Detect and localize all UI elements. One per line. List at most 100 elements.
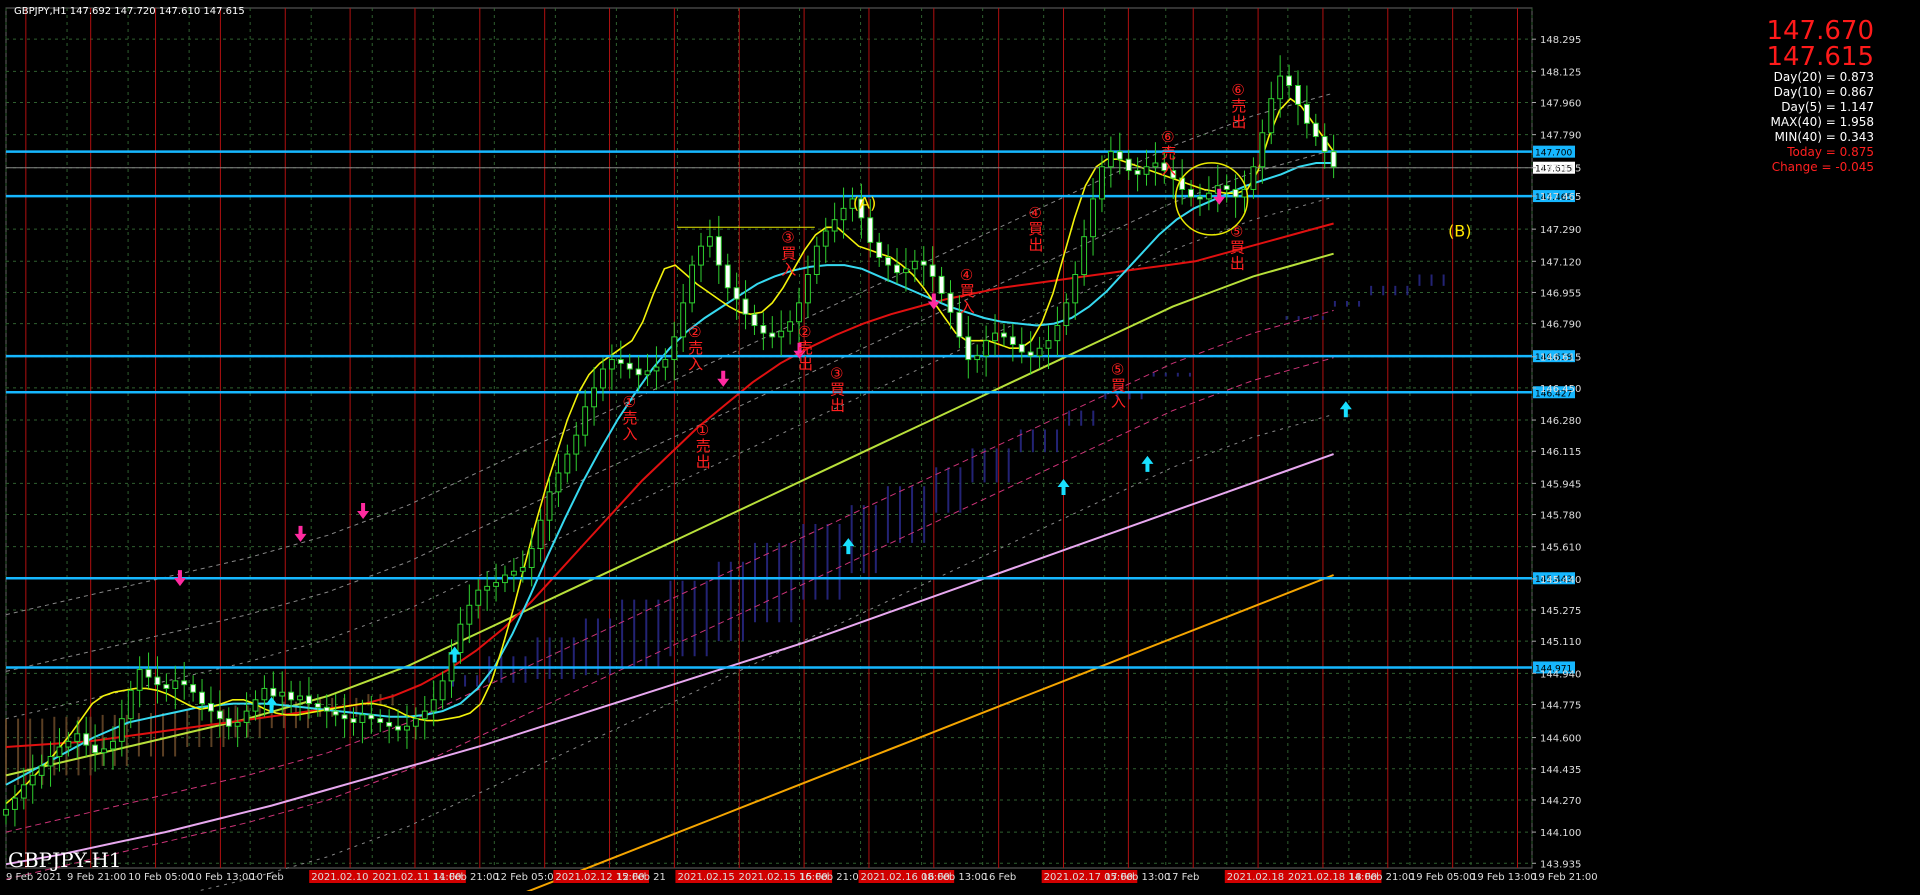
price-axis[interactable]: 148.295 148.125 147.960 147.790 147.615 147.4… (1532, 35, 1581, 870)
candle-body (813, 245, 820, 276)
candle-body (395, 725, 401, 731)
plot-frame (5, 7, 1533, 869)
candle-body (831, 219, 838, 232)
candle-body (564, 453, 571, 474)
candle-body (1116, 151, 1123, 160)
candle-body (894, 264, 900, 274)
price-tick-label: 144.775 (1540, 701, 1581, 712)
candle-body (1330, 151, 1337, 168)
candle-body (662, 359, 669, 368)
candle-body (742, 298, 749, 315)
candle-body (680, 302, 687, 338)
candle-body (1232, 188, 1239, 198)
candle-body (270, 687, 277, 697)
time-tick-label: 19 Feb 05:00 (1410, 872, 1476, 883)
candle-body (626, 362, 633, 370)
candle-body (840, 207, 847, 221)
level-price-tag-label: 147.700 (1535, 149, 1572, 159)
candle-body (323, 706, 330, 712)
candle-body (1134, 170, 1141, 175)
annotation-char: 出 (1230, 255, 1245, 273)
candle-body (225, 718, 232, 727)
price-tick-label: 146.955 (1540, 288, 1581, 299)
candle-body (65, 740, 72, 748)
candle-body (1125, 158, 1132, 172)
candle-body (751, 313, 758, 327)
candle-body (1009, 336, 1016, 345)
candle-body (992, 332, 998, 342)
candle-body (1143, 166, 1150, 175)
stats-row: MIN(40) = 0.343 (1774, 130, 1874, 144)
candle-body (74, 733, 81, 742)
candle-body (635, 368, 642, 376)
candle-body (430, 699, 437, 712)
candle-body (11, 797, 18, 810)
candle-body (822, 230, 829, 247)
candle-body (929, 264, 936, 277)
candle-body (671, 336, 678, 361)
time-tick-label: 12 Feb 21 (616, 872, 666, 883)
candle-body (190, 684, 197, 693)
candle-body (101, 748, 107, 754)
price-tick-label: 146.615 (1540, 353, 1581, 364)
price-tick-label: 144.435 (1540, 765, 1581, 776)
candle-body (876, 241, 883, 258)
envelope-band (5, 92, 1334, 616)
time-tick-label: 9 Feb 21:00 (67, 872, 126, 883)
price-tick-label: 147.960 (1540, 99, 1581, 110)
candle-body (47, 755, 54, 767)
candle-body (3, 808, 9, 816)
buy-arrow-icon (1141, 455, 1154, 472)
candle-body (528, 548, 535, 568)
candle-body (377, 718, 384, 723)
price-tick-label: 146.450 (1540, 384, 1581, 395)
candle-body (20, 784, 27, 799)
annotation-char: 入 (781, 260, 796, 278)
candle-body (715, 236, 722, 266)
candle-body (109, 740, 116, 750)
candle-body (243, 710, 250, 723)
chart-area[interactable]: 147.700 147.465 146.618 146.427 145.443 144.9… (0, 0, 1920, 895)
candle-body (154, 676, 161, 686)
candles-layer (3, 55, 1337, 827)
price-tick-label: 148.125 (1540, 67, 1581, 78)
time-tick-label: 9 Feb 2021 (6, 872, 62, 883)
stats-row: Day(10) = 0.867 (1773, 85, 1874, 99)
price-tick-label: 146.790 (1540, 320, 1581, 331)
candle-body (911, 260, 918, 270)
candle-body (974, 355, 981, 361)
annotation-char: 出 (1231, 113, 1246, 131)
time-tick-label: 12 Feb 05:00 (494, 872, 560, 883)
candle-body (404, 725, 410, 731)
candle-body (29, 774, 36, 786)
price-tick-label: 147.290 (1540, 225, 1581, 236)
candle-body (983, 340, 990, 357)
candle-body (350, 718, 357, 723)
time-tick-label: 16 Feb (983, 872, 1017, 883)
candle-body (1107, 151, 1114, 168)
candle-body (546, 491, 553, 521)
candle-body (1072, 274, 1079, 304)
chart-canvas[interactable]: 147.700147.465146.618146.427145.443144.9… (0, 0, 1920, 895)
candle-body (341, 714, 348, 720)
candle-body (938, 275, 945, 294)
sell-arrow-icon (717, 370, 730, 387)
candle-body (787, 321, 794, 332)
price-tick-label: 148.295 (1540, 35, 1581, 46)
candle-body (493, 582, 499, 587)
candle-body (724, 264, 731, 289)
price-1: 147.670 (1766, 16, 1874, 46)
candle-body (1250, 166, 1257, 190)
annotation-char: 出 (696, 453, 711, 471)
candle-body (582, 406, 589, 436)
time-tick-label: 19 Feb 21:00 (1532, 872, 1598, 883)
annotation-char: 入 (1161, 160, 1176, 178)
candle-body (484, 585, 491, 591)
candle-body (706, 236, 713, 247)
candle-body (555, 472, 562, 493)
stats-rows: Day(20) = 0.873 Day(10) = 0.867 Day(5) = 1… (1766, 70, 1874, 175)
candle-body (1197, 196, 1203, 200)
candle-body (1027, 351, 1034, 357)
time-axis[interactable]: 9 Feb 2021 9 Feb 21:00 10 Feb 05:0010 Feb … (6, 870, 1598, 883)
candle-body (466, 604, 473, 625)
